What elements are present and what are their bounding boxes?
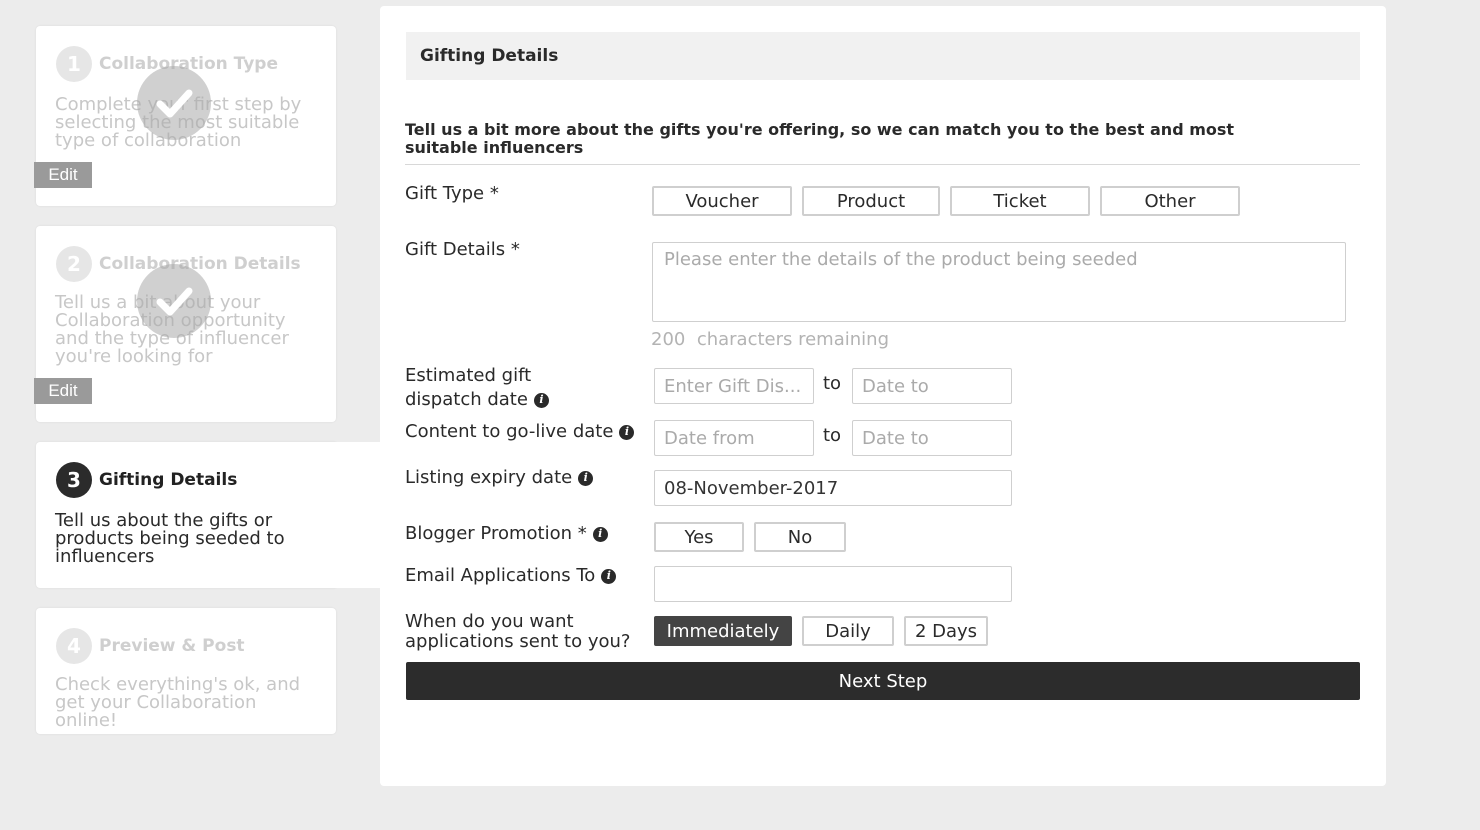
expiry-date-label-text: Listing expiry date: [405, 467, 573, 488]
step-number: 3: [56, 462, 92, 498]
to-text: to: [823, 425, 842, 446]
step-title: Gifting Details: [99, 470, 238, 490]
gifting-details-panel: Gifting Details Tell us a bit more about…: [380, 6, 1386, 786]
gift-type-voucher-button[interactable]: Voucher: [652, 186, 792, 216]
step-title: Collaboration Details: [99, 254, 301, 274]
step-header: 3 Gifting Details: [56, 462, 237, 498]
frequency-label: When do you want applications sent to yo…: [405, 612, 630, 652]
golive-date-label: Content to go-live date i: [405, 420, 635, 444]
step-number: 2: [56, 246, 92, 282]
blogger-promotion-label: Blogger Promotion * i: [405, 522, 608, 546]
frequency-label-line2: applications sent to you?: [405, 631, 631, 652]
expiry-date-label: Listing expiry date i: [405, 466, 594, 490]
step-card-preview-post: 4 Preview & Post Check everything's ok, …: [36, 608, 336, 734]
edit-step-2-button[interactable]: Edit: [34, 378, 92, 404]
step-number: 4: [56, 628, 92, 664]
info-icon[interactable]: i: [592, 526, 608, 542]
info-icon[interactable]: i: [578, 470, 594, 486]
frequency-2-days-button[interactable]: 2 Days: [904, 616, 988, 646]
dispatch-date-label-line2: dispatch date: [405, 389, 528, 410]
gift-type-product-button[interactable]: Product: [802, 186, 940, 216]
golive-date-from-input[interactable]: Date from: [654, 420, 814, 456]
step-card-gifting-details: 3 Gifting Details Tell us about the gift…: [36, 442, 336, 588]
gift-details-label: Gift Details *: [405, 239, 520, 260]
divider: [405, 164, 1360, 165]
golive-date-to-input[interactable]: Date to: [852, 420, 1012, 456]
blogger-promotion-label-text: Blogger Promotion *: [405, 523, 587, 544]
checkmark-icon: [137, 66, 211, 140]
step-card-collaboration-type: 1 Collaboration Type Complete your first…: [34, 26, 336, 206]
gift-details-textarea[interactable]: Please enter the details of the product …: [652, 242, 1346, 322]
to-text: to: [823, 373, 842, 394]
panel-header: Gifting Details: [406, 32, 1360, 80]
active-step-connector: [336, 442, 384, 588]
gift-type-ticket-button[interactable]: Ticket: [950, 186, 1090, 216]
edit-step-1-button[interactable]: Edit: [34, 162, 92, 188]
step-header: 4 Preview & Post: [56, 628, 245, 664]
characters-remaining: 200 characters remaining: [651, 329, 889, 350]
characters-count: 200: [651, 329, 686, 350]
expiry-date-input[interactable]: 08-November-2017: [654, 470, 1012, 506]
checkmark-icon: [137, 264, 211, 338]
golive-date-label-text: Content to go-live date: [405, 421, 614, 442]
gift-type-other-button[interactable]: Other: [1100, 186, 1240, 216]
dispatch-date-label-line1: Estimated gift: [405, 365, 532, 386]
frequency-daily-button[interactable]: Daily: [802, 616, 894, 646]
info-icon[interactable]: i: [619, 424, 635, 440]
dispatch-date-from-input[interactable]: Enter Gift Dis...: [654, 368, 814, 404]
step-title: Preview & Post: [99, 636, 245, 656]
info-icon[interactable]: i: [601, 568, 617, 584]
next-step-button[interactable]: Next Step: [406, 662, 1360, 700]
characters-text: characters remaining: [696, 329, 889, 350]
dispatch-date-label: Estimated gift dispatch date i: [405, 364, 549, 412]
email-applications-input[interactable]: [654, 566, 1012, 602]
blogger-promotion-yes-button[interactable]: Yes: [654, 522, 744, 552]
dispatch-date-to-input[interactable]: Date to: [852, 368, 1012, 404]
step-number: 1: [56, 46, 92, 82]
email-applications-label: Email Applications To i: [405, 564, 617, 588]
step-description: Check everything's ok, and get your Coll…: [55, 674, 301, 731]
info-icon[interactable]: i: [533, 392, 549, 408]
gift-type-label: Gift Type *: [405, 183, 499, 204]
step-card-collaboration-details: 2 Collaboration Details Tell us a bit ab…: [34, 226, 336, 422]
email-applications-label-text: Email Applications To: [405, 565, 596, 586]
step-description: Tell us about the gifts or products bein…: [55, 510, 285, 567]
intro-text: Tell us a bit more about the gifts you'r…: [405, 120, 1235, 157]
frequency-immediately-button[interactable]: Immediately: [654, 616, 792, 646]
frequency-label-line1: When do you want: [405, 611, 574, 632]
blogger-promotion-no-button[interactable]: No: [754, 522, 846, 552]
